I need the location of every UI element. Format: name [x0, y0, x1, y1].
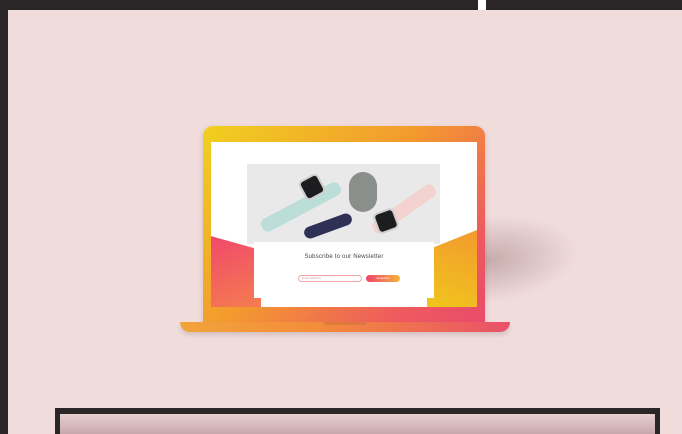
subscribe-button[interactable]: Subscribe	[366, 275, 400, 282]
watch-navy-strap	[302, 211, 354, 241]
watches-product-image	[247, 164, 440, 244]
hero-canvas: Subscribe to our Newsletter Email addres…	[8, 10, 682, 434]
window-left-edge	[0, 0, 8, 434]
next-section-image	[60, 414, 655, 434]
window-top-edge	[0, 0, 682, 10]
top-bar-right	[486, 0, 682, 10]
laptop-notch	[323, 322, 367, 325]
newsletter-form: Email address Subscribe	[298, 275, 402, 282]
next-section-preview	[55, 408, 660, 434]
newsletter-title: Subscribe to our Newsletter	[304, 254, 384, 260]
top-bar-left	[0, 0, 478, 10]
newsletter-card: Subscribe to our Newsletter Email addres…	[254, 242, 434, 298]
watch-loop-strap	[349, 172, 377, 212]
laptop-base	[180, 322, 510, 332]
email-input[interactable]: Email address	[298, 275, 362, 282]
laptop-screen: Subscribe to our Newsletter Email addres…	[211, 142, 477, 307]
laptop-mockup: Subscribe to our Newsletter Email addres…	[203, 126, 485, 326]
